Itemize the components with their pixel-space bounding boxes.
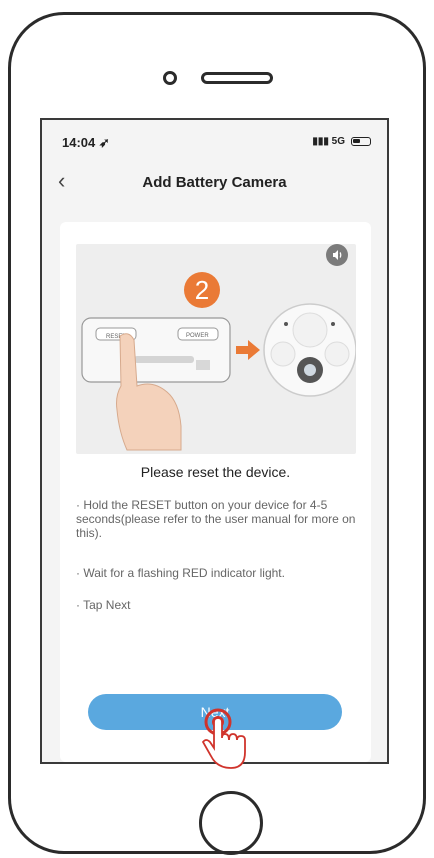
nav-bar: ‹ Add Battery Camera <box>42 166 387 198</box>
front-camera <box>163 71 177 85</box>
network-indicator: ▮▮▮ 5G <box>312 136 345 147</box>
location-arrow-icon: ➶ <box>98 135 110 150</box>
signal-icon: ▮▮▮ <box>312 136 329 147</box>
reset-instructions-card: 2 RESET POWER Please reset the device. ·… <box>60 222 371 762</box>
instruction-tap-next: · Tap Next <box>76 598 131 612</box>
app-screen: 14:04 ➶ ▮▮▮ 5G ‹ Add Battery Camera 2 RE… <box>40 118 389 764</box>
status-bar: 14:04 ➶ ▮▮▮ 5G <box>42 120 387 160</box>
status-time: 14:04 ➶ <box>62 135 110 150</box>
reset-illustration: 2 RESET POWER <box>76 244 356 454</box>
tap-hand-icon <box>201 708 246 769</box>
instruction-wait-light: · Wait for a flashing RED indicator ligh… <box>76 566 285 580</box>
home-button[interactable] <box>199 791 263 855</box>
earpiece-speaker <box>201 72 273 84</box>
instruction-hold-reset: · Hold the RESET button on your device f… <box>76 498 356 540</box>
page-title: Add Battery Camera <box>142 174 287 191</box>
reset-headline: Please reset the device. <box>140 464 291 480</box>
battery-icon <box>351 137 371 146</box>
power-label: POWER <box>186 333 209 339</box>
